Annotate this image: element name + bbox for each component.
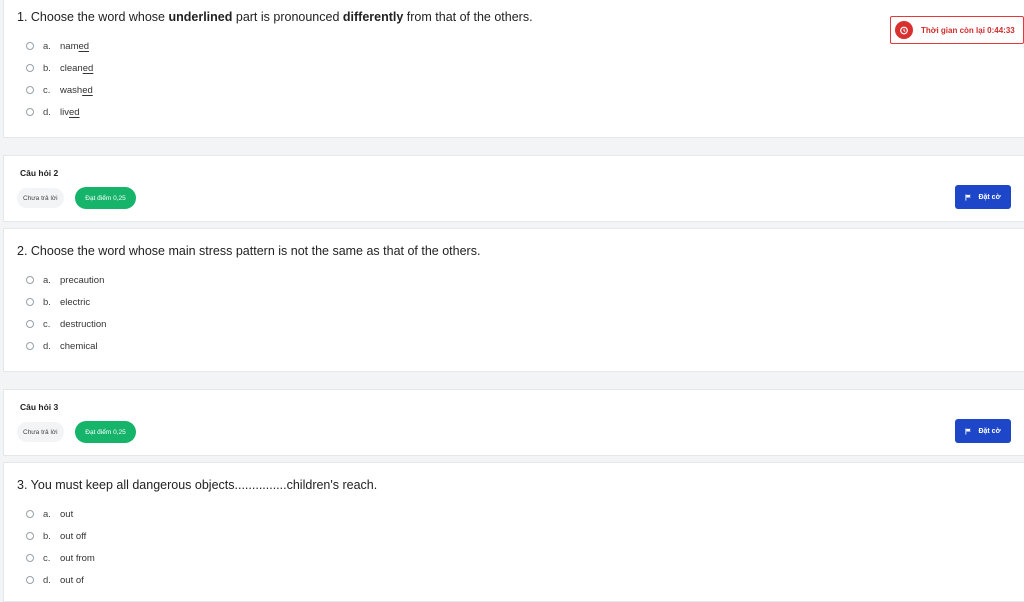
radio-button[interactable] bbox=[26, 532, 34, 540]
option-a[interactable]: a. out bbox=[26, 507, 73, 521]
option-label: precaution bbox=[60, 274, 105, 286]
question-1-emphasis-differently: differently bbox=[342, 10, 404, 24]
option-label: out bbox=[60, 508, 74, 520]
radio-button[interactable] bbox=[26, 42, 34, 50]
radio-button[interactable] bbox=[26, 320, 34, 328]
option-letter: d. bbox=[43, 106, 51, 118]
option-label: named bbox=[60, 41, 89, 52]
question-2-info-card: Câu hỏi 2 Chưa trả lời Đạt điểm 0,25 Đặt… bbox=[3, 155, 1024, 222]
score-badge: Đạt điểm 0,25 bbox=[75, 187, 136, 209]
option-c[interactable]: c. out from bbox=[26, 551, 95, 565]
option-d[interactable]: d. out of bbox=[26, 573, 84, 587]
option-a[interactable]: a. named bbox=[26, 39, 89, 53]
option-b[interactable]: b. out off bbox=[26, 529, 86, 543]
timer-text: Thời gian còn lại 0:44:33 bbox=[921, 25, 1015, 35]
radio-button[interactable] bbox=[26, 342, 34, 350]
radio-button[interactable] bbox=[26, 108, 34, 116]
question-3-text: 3. You must keep all dangerous objects..… bbox=[17, 478, 378, 492]
option-label: chemical bbox=[60, 340, 98, 352]
question-1-text-part: from that of the others. bbox=[403, 10, 533, 24]
option-b[interactable]: b. electric bbox=[26, 295, 90, 309]
score-badge: Đạt điểm 0,25 bbox=[75, 421, 136, 443]
option-label: lived bbox=[60, 107, 80, 118]
option-underlined-part: ed bbox=[82, 62, 94, 74]
option-d[interactable]: d. chemical bbox=[26, 339, 98, 353]
question-1-text-part: 1. Choose the word whose bbox=[17, 10, 169, 24]
flag-button-label: Đặt cờ bbox=[978, 193, 1001, 201]
option-label: out off bbox=[60, 530, 87, 542]
option-underlined-part: ed bbox=[82, 84, 93, 96]
option-underlined-part: ed bbox=[68, 106, 80, 118]
question-2-card: 2. Choose the word whose main stress pat… bbox=[3, 228, 1024, 372]
option-label: cleaned bbox=[60, 63, 93, 74]
option-stem: liv bbox=[60, 106, 69, 118]
question-1-emphasis-underlined: underlined bbox=[168, 10, 233, 24]
flag-button[interactable]: Đặt cờ bbox=[955, 419, 1011, 443]
countdown-timer: Thời gian còn lại 0:44:33 bbox=[890, 16, 1024, 44]
option-letter: a. bbox=[43, 40, 51, 52]
radio-button[interactable] bbox=[26, 86, 34, 94]
option-letter: a. bbox=[43, 274, 51, 286]
option-c[interactable]: c. destruction bbox=[26, 317, 106, 331]
answer-status-badge: Chưa trả lời bbox=[17, 422, 64, 442]
option-a[interactable]: a. precaution bbox=[26, 273, 104, 287]
radio-button[interactable] bbox=[26, 510, 34, 518]
flag-icon bbox=[965, 427, 972, 435]
radio-button[interactable] bbox=[26, 554, 34, 562]
option-letter: c. bbox=[43, 552, 51, 564]
option-stem: clean bbox=[60, 62, 83, 74]
option-stem: nam bbox=[60, 40, 79, 52]
option-letter: b. bbox=[43, 62, 51, 74]
question-3-info-card: Câu hỏi 3 Chưa trả lời Đạt điểm 0,25 Đặt… bbox=[3, 389, 1024, 456]
option-letter: b. bbox=[43, 296, 51, 308]
option-label: washed bbox=[60, 85, 93, 96]
option-letter: d. bbox=[43, 574, 51, 586]
option-letter: b. bbox=[43, 530, 51, 542]
question-1-card: 1. Choose the word whose underlined part… bbox=[3, 0, 1024, 138]
option-letter: c. bbox=[43, 84, 51, 96]
option-underlined-part: ed bbox=[78, 40, 90, 52]
option-label: out of bbox=[60, 574, 84, 586]
question-1-text-part: part is pronounced bbox=[232, 10, 343, 24]
option-label: electric bbox=[60, 296, 91, 308]
radio-button[interactable] bbox=[26, 576, 34, 584]
option-stem: wash bbox=[60, 84, 83, 96]
option-label: out from bbox=[60, 552, 95, 564]
flag-button[interactable]: Đặt cờ bbox=[955, 185, 1011, 209]
question-number-title: Câu hỏi 3 bbox=[20, 402, 59, 412]
radio-button[interactable] bbox=[26, 276, 34, 284]
flag-icon bbox=[965, 193, 972, 201]
option-letter: a. bbox=[43, 508, 51, 520]
question-2-text: 2. Choose the word whose main stress pat… bbox=[17, 244, 481, 258]
radio-button[interactable] bbox=[26, 64, 34, 72]
option-c[interactable]: c. washed bbox=[26, 83, 93, 97]
option-label: destruction bbox=[60, 318, 107, 330]
answer-status-badge: Chưa trả lời bbox=[17, 188, 64, 208]
option-b[interactable]: b. cleaned bbox=[26, 61, 93, 75]
radio-button[interactable] bbox=[26, 298, 34, 306]
flag-button-label: Đặt cờ bbox=[978, 427, 1001, 435]
question-3-card: 3. You must keep all dangerous objects..… bbox=[3, 462, 1024, 602]
option-d[interactable]: d. lived bbox=[26, 105, 80, 119]
option-letter: c. bbox=[43, 318, 51, 330]
alarm-icon bbox=[895, 21, 913, 39]
option-letter: d. bbox=[43, 340, 51, 352]
question-1-text: 1. Choose the word whose underlined part… bbox=[17, 10, 533, 24]
question-number-title: Câu hỏi 2 bbox=[20, 168, 59, 178]
